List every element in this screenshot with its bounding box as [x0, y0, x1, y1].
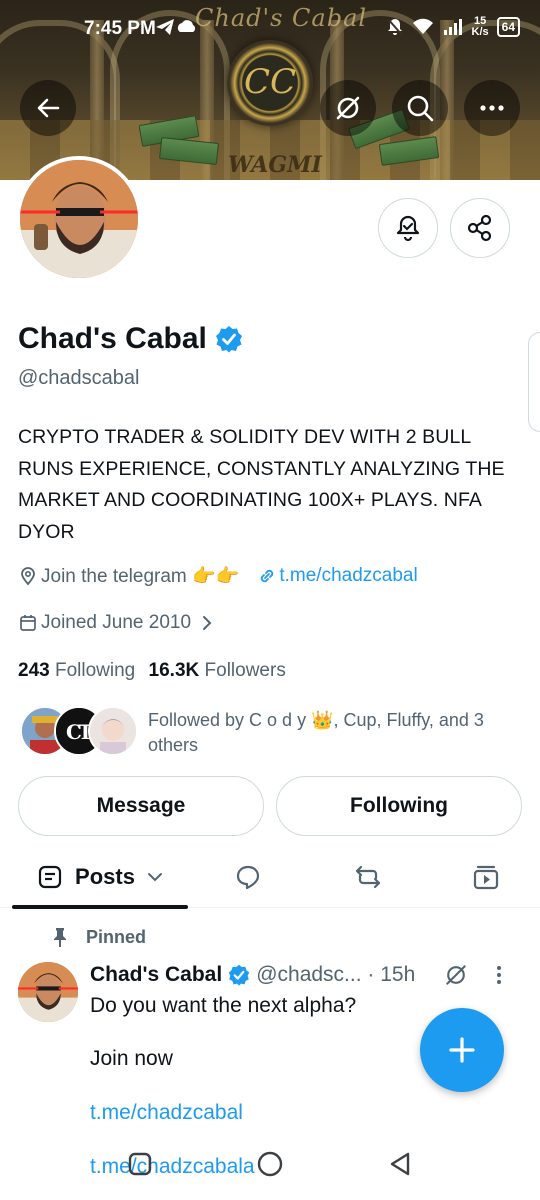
status-right-icons: 15 K/s 64 [386, 16, 520, 38]
recents-icon[interactable] [126, 1150, 154, 1178]
post-text-line: Join now [90, 1047, 173, 1070]
avatar-illustration [20, 160, 138, 278]
share-button[interactable] [450, 198, 510, 258]
status-app-icons [154, 16, 200, 43]
location-text: Join the telegram 👉👉 [41, 566, 240, 587]
compose-post-button[interactable] [420, 1008, 504, 1092]
post-handle-time: @chadsc... · 15h [256, 963, 416, 986]
joined-text: Joined June 2010 [41, 612, 192, 633]
system-navigation-bar [0, 1140, 540, 1200]
video-tab-icon [473, 865, 499, 890]
status-bar: 7:45 PM 15 K/s 64 [0, 12, 540, 48]
plus-icon [449, 1037, 475, 1063]
wifi-icon [412, 18, 433, 34]
tab-reposts[interactable] [340, 846, 396, 908]
follow-counts: 243 Following 16.3K Followers [18, 660, 286, 682]
home-icon[interactable] [256, 1150, 284, 1178]
following-count: 243 [18, 660, 50, 681]
back-arrow-icon [37, 98, 60, 118]
followed-by-text[interactable]: Followed by C o d y 👑, Cup, Fluffy, and … [148, 708, 528, 758]
status-time: 7:45 PM [84, 18, 156, 39]
post-avatar-illustration [18, 962, 78, 1022]
post-text-line: Do you want the next alpha? [90, 994, 357, 1017]
pin-icon [54, 928, 66, 947]
repost-icon [355, 865, 381, 889]
chevron-down-icon [147, 873, 162, 882]
post-author-name[interactable]: Chad's Cabal [90, 963, 222, 987]
net-speed-unit: K/s [471, 26, 489, 38]
telegram-cloud-icons [156, 19, 196, 35]
more-options-button[interactable] [464, 80, 520, 136]
back-button[interactable] [20, 80, 76, 136]
posts-icon [38, 865, 62, 889]
tab-posts-label: Posts [75, 864, 135, 889]
verified-badge-icon[interactable] [215, 325, 243, 353]
post-header: Chad's Cabal @chadsc... · 15h [90, 962, 530, 988]
followers-count-link[interactable]: 16.3K Followers [149, 660, 286, 681]
post-link[interactable]: t.me/chadzcabal [90, 1101, 243, 1125]
net-speed: 15 K/s [472, 16, 489, 38]
profile-bio: CRYPTO TRADER & SOLIDITY DEV WITH 2 BULL… [18, 426, 505, 543]
profile-avatar[interactable] [16, 156, 142, 282]
banner-subtitle: WAGMI [228, 152, 322, 178]
following-count-link[interactable]: 243 Following [18, 660, 135, 681]
battery-icon: 64 [496, 17, 520, 37]
profile-tabs: Posts [0, 846, 540, 909]
pinned-label: Pinned [86, 926, 147, 947]
share-icon [467, 214, 492, 242]
notifications-button[interactable] [378, 198, 438, 258]
tab-media[interactable] [458, 846, 514, 908]
following-label: Following [54, 660, 136, 681]
back-triangle-icon[interactable] [386, 1150, 414, 1178]
display-name: Chad's Cabal [18, 322, 207, 355]
followers-label: Followers [204, 660, 286, 681]
chevron-right-icon [203, 616, 212, 630]
post-more-icon[interactable] [495, 964, 503, 986]
side-panel-handle[interactable] [528, 332, 540, 432]
grok-icon[interactable] [443, 962, 469, 988]
post-author-avatar[interactable] [18, 962, 78, 1022]
profile-meta-location: Join the telegram 👉👉 t.me/chadzcabal [18, 564, 418, 588]
profile-handle: @chadscabal [18, 367, 140, 389]
following-button[interactable]: Following [276, 776, 522, 836]
verified-badge-icon [228, 964, 250, 986]
profile-meta-joined[interactable]: Joined June 2010 [18, 612, 213, 634]
active-tab-indicator [12, 905, 188, 909]
emblem-text: CC [243, 62, 297, 102]
website-link[interactable]: t.me/chadzcabal [279, 565, 417, 587]
reply-bubble-icon [236, 865, 260, 890]
bell-check-icon [396, 215, 420, 242]
location-pin-icon [21, 567, 35, 586]
message-button[interactable]: Message [18, 776, 264, 836]
search-icon [407, 95, 434, 122]
search-button[interactable] [392, 80, 448, 136]
link-icon [261, 569, 274, 583]
tab-replies[interactable] [220, 846, 276, 908]
pinned-indicator: Pinned [50, 926, 146, 948]
more-dots-icon [480, 105, 504, 111]
tab-posts[interactable]: Posts [12, 846, 188, 909]
followers-count: 16.3K [148, 660, 200, 681]
signal-icon [443, 19, 462, 35]
banner-emblem: CC [227, 40, 313, 126]
grok-icon [336, 96, 360, 120]
follower-avatar[interactable] [88, 706, 138, 756]
calendar-icon [20, 615, 36, 631]
mute-bell-icon [386, 18, 403, 36]
profile-name: Chad's Cabal [18, 322, 243, 356]
follower-avatar-image [90, 708, 136, 754]
grok-button[interactable] [320, 80, 376, 136]
